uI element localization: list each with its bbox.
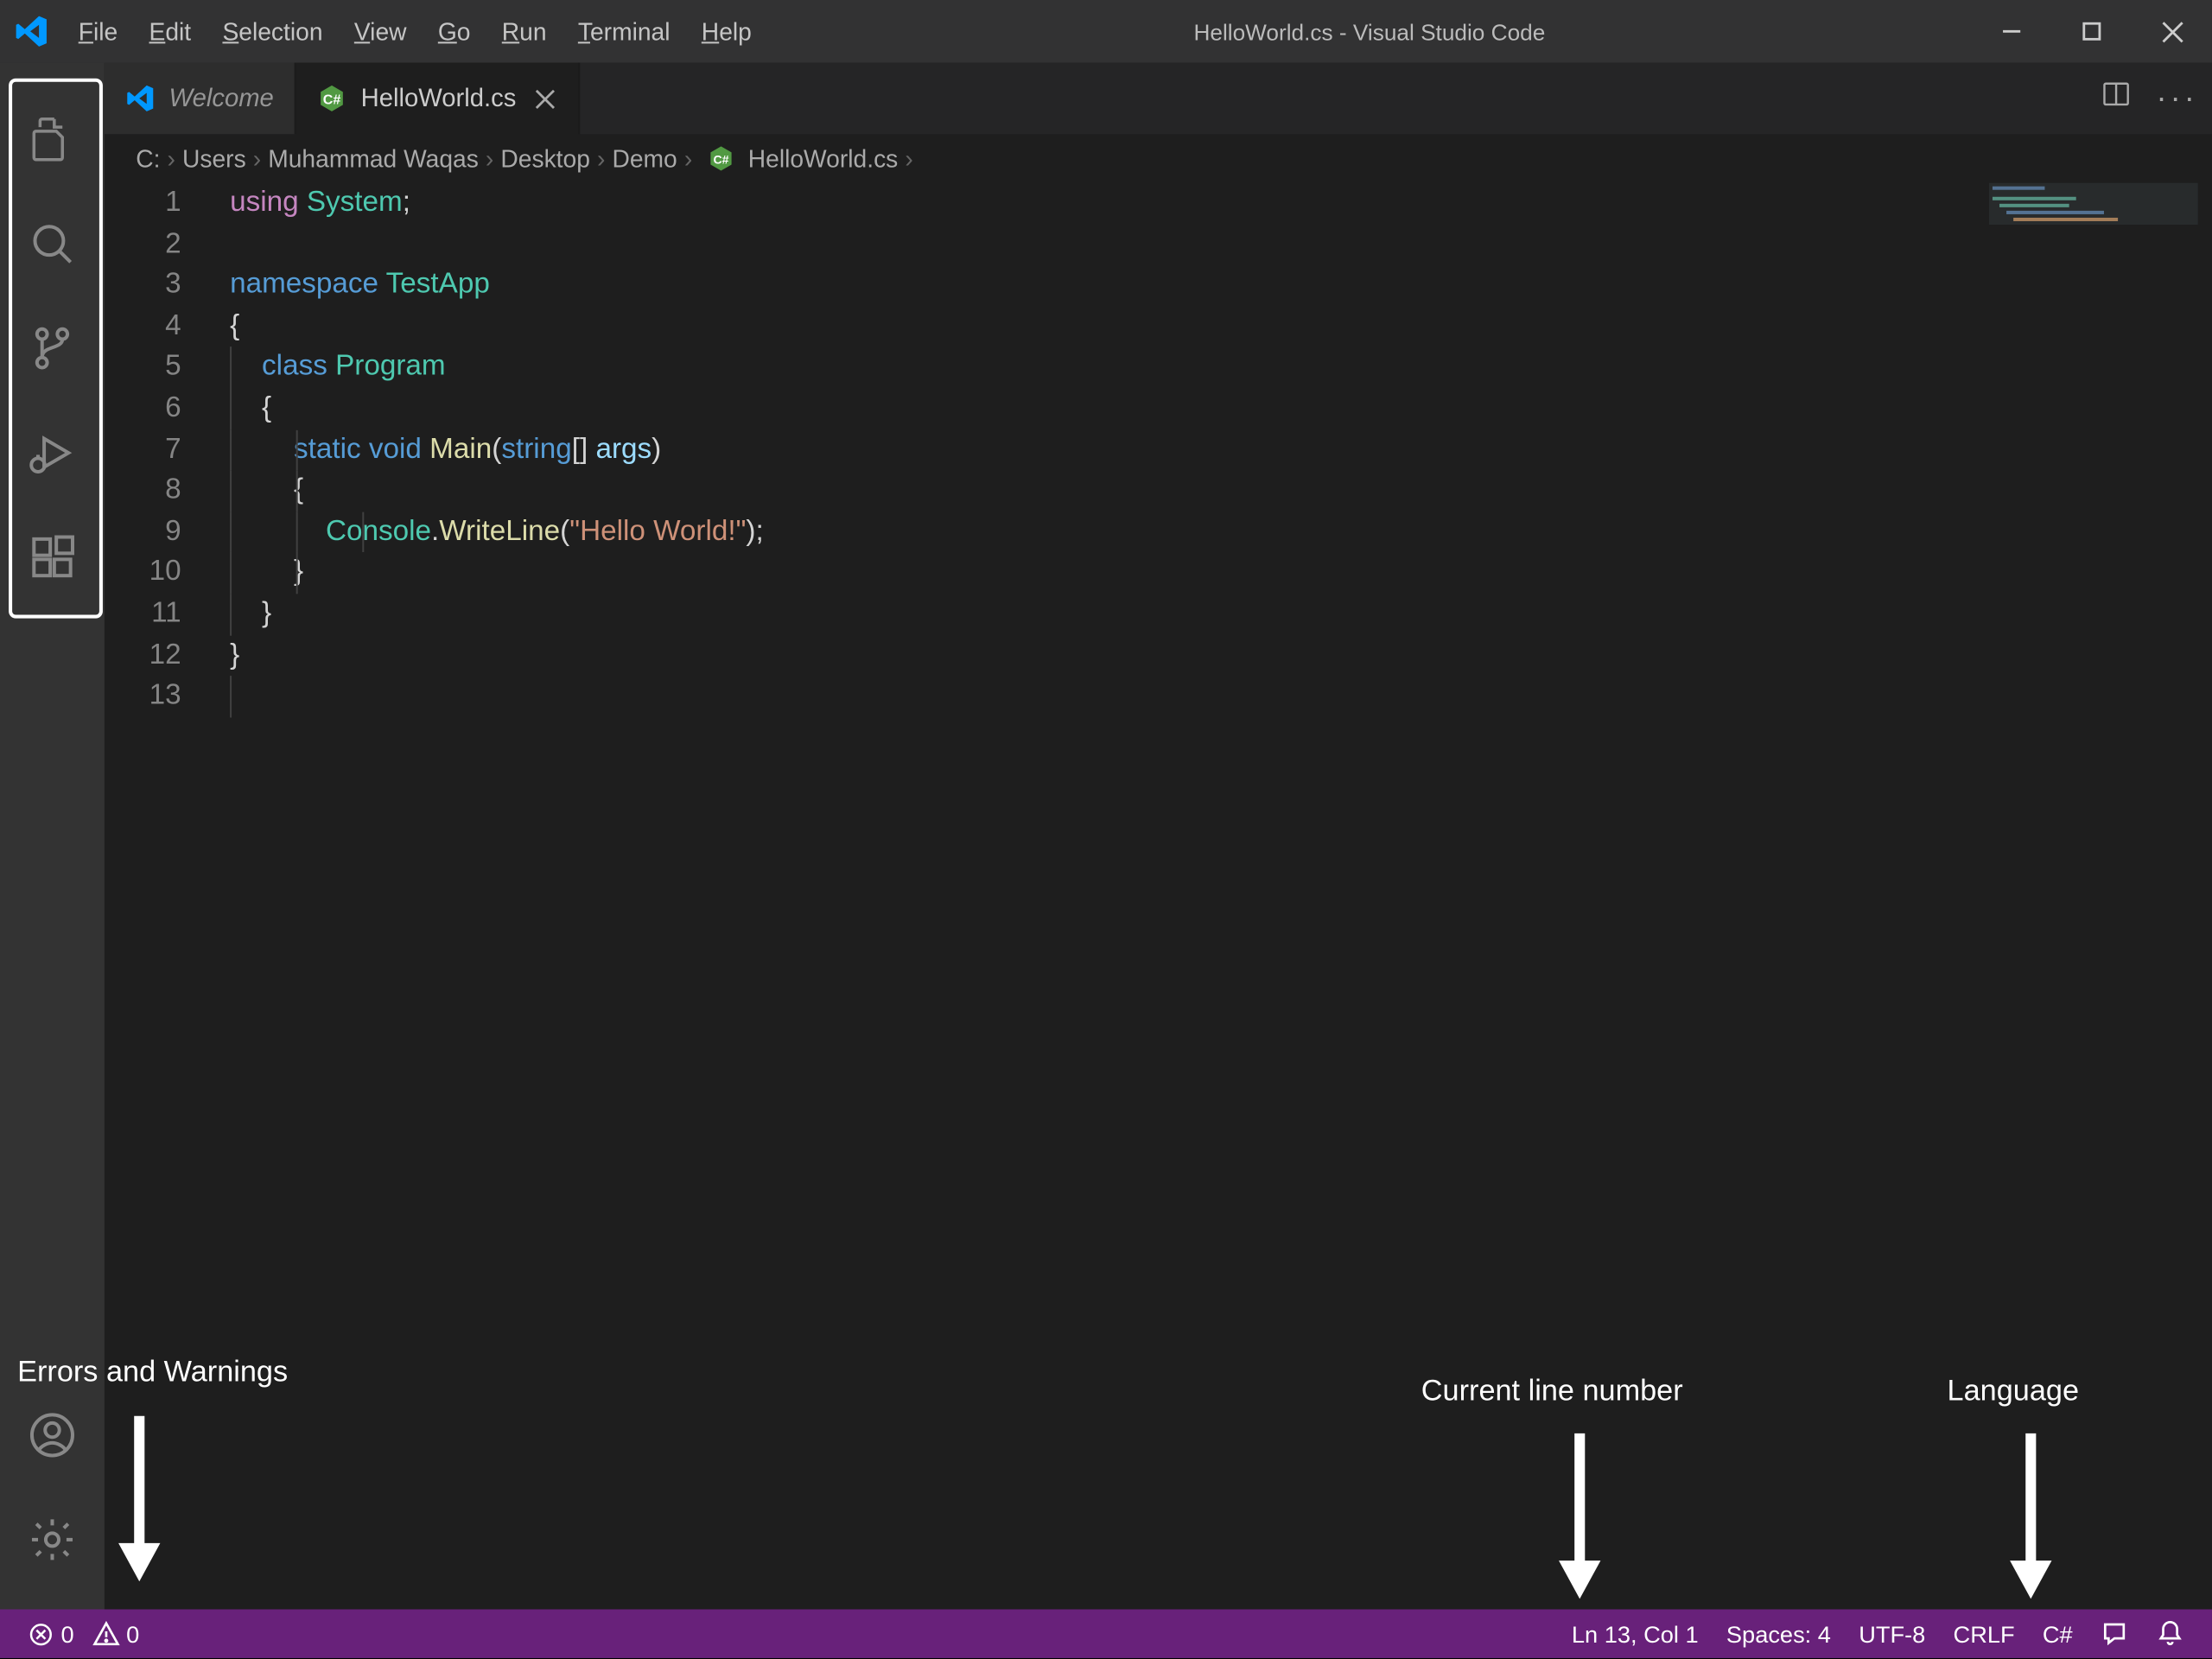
- extensions-icon[interactable]: [0, 505, 105, 610]
- chevron-right-icon: ›: [168, 144, 175, 172]
- status-language[interactable]: C#: [2029, 1610, 2087, 1658]
- status-eol[interactable]: CRLF: [1939, 1610, 2028, 1658]
- chevron-right-icon: ›: [905, 144, 912, 172]
- chevron-right-icon: ›: [253, 144, 261, 172]
- vscode-logo-icon: [0, 14, 63, 48]
- accounts-icon[interactable]: [0, 1382, 105, 1487]
- svg-text:C#: C#: [712, 152, 728, 166]
- status-encoding[interactable]: UTF-8: [1845, 1610, 1939, 1658]
- more-actions-icon[interactable]: ···: [2156, 80, 2197, 117]
- status-feedback-icon[interactable]: [2087, 1610, 2143, 1658]
- code-content[interactable]: using System; namespace TestApp{ class P…: [213, 183, 2212, 1610]
- breadcrumb-item[interactable]: Muhammad Waqas: [268, 144, 479, 172]
- status-line-col[interactable]: Ln 13, Col 1: [1558, 1610, 1713, 1658]
- arrow-down-icon: [2005, 1425, 2056, 1599]
- status-indentation[interactable]: Spaces: 4: [1713, 1610, 1845, 1658]
- breadcrumb-item[interactable]: Users: [182, 144, 246, 172]
- search-icon[interactable]: [0, 192, 105, 296]
- csharp-icon: C#: [706, 144, 734, 172]
- status-errors-warnings[interactable]: 0 0: [14, 1610, 153, 1658]
- breadcrumb-item[interactable]: Desktop: [500, 144, 590, 172]
- line-numbers: 12345678910111213: [105, 183, 213, 1610]
- run-debug-icon[interactable]: [0, 401, 105, 505]
- minimap[interactable]: [1989, 183, 2198, 288]
- tab-welcome[interactable]: Welcome: [105, 63, 296, 135]
- breadcrumbs[interactable]: C:›Users›Muhammad Waqas›Desktop›Demo›C#H…: [105, 134, 2212, 182]
- chevron-right-icon: ›: [684, 144, 692, 172]
- window-controls: [1972, 0, 2212, 63]
- menu-file[interactable]: File: [63, 0, 134, 63]
- error-count: 0: [61, 1621, 74, 1647]
- title-bar: FileEditSelectionViewGoRunTerminalHelp H…: [0, 0, 2212, 63]
- window-title: HelloWorld.cs - Visual Studio Code: [767, 18, 1972, 44]
- tab-bar: Welcome C# HelloWorld.cs ···: [105, 63, 2212, 135]
- menu-selection[interactable]: Selection: [207, 0, 338, 63]
- chevron-right-icon: ›: [486, 144, 493, 172]
- split-editor-icon[interactable]: [2101, 79, 2132, 118]
- settings-gear-icon[interactable]: [0, 1487, 105, 1592]
- arrow-down-icon: [1554, 1425, 1605, 1599]
- close-tab-icon[interactable]: [534, 86, 558, 111]
- minimize-button[interactable]: [1972, 0, 2052, 63]
- chevron-right-icon: ›: [597, 144, 605, 172]
- svg-text:C#: C#: [323, 92, 341, 107]
- tab-label: HelloWorld.cs: [361, 85, 517, 112]
- csharp-icon: C#: [317, 84, 346, 113]
- annotation-errors-warnings: Errors and Warnings: [17, 1355, 288, 1389]
- breadcrumb-item[interactable]: Demo: [612, 144, 677, 172]
- menu-view[interactable]: View: [339, 0, 423, 63]
- menu-terminal[interactable]: Terminal: [563, 0, 686, 63]
- error-icon: [28, 1621, 54, 1647]
- tab-helloworld-cs[interactable]: C# HelloWorld.cs: [296, 63, 581, 135]
- tab-label: Welcome: [169, 85, 274, 112]
- vscode-icon: [125, 84, 155, 113]
- maximize-button[interactable]: [2051, 0, 2132, 63]
- arrow-down-icon: [113, 1408, 165, 1582]
- menu-help[interactable]: Help: [686, 0, 767, 63]
- menu-go[interactable]: Go: [423, 0, 486, 63]
- status-bar: 0 0 Ln 13, Col 1 Spaces: 4 UTF-8 CRLF C#: [0, 1610, 2212, 1658]
- close-button[interactable]: [2132, 0, 2212, 63]
- code-editor[interactable]: 12345678910111213 using System; namespac…: [105, 183, 2212, 1610]
- annotation-line-number: Current line number: [1421, 1374, 1683, 1408]
- menu-edit[interactable]: Edit: [133, 0, 207, 63]
- breadcrumb-item[interactable]: C:: [136, 144, 160, 172]
- explorer-icon[interactable]: [0, 87, 105, 192]
- warning-icon: [92, 1620, 119, 1648]
- annotation-language: Language: [1948, 1374, 2079, 1408]
- breadcrumb-item[interactable]: HelloWorld.cs: [748, 144, 899, 172]
- menu-run[interactable]: Run: [486, 0, 563, 63]
- warning-count: 0: [126, 1621, 139, 1647]
- menu-bar: FileEditSelectionViewGoRunTerminalHelp: [63, 0, 767, 63]
- status-notifications-icon[interactable]: [2142, 1610, 2198, 1658]
- source-control-icon[interactable]: [0, 296, 105, 401]
